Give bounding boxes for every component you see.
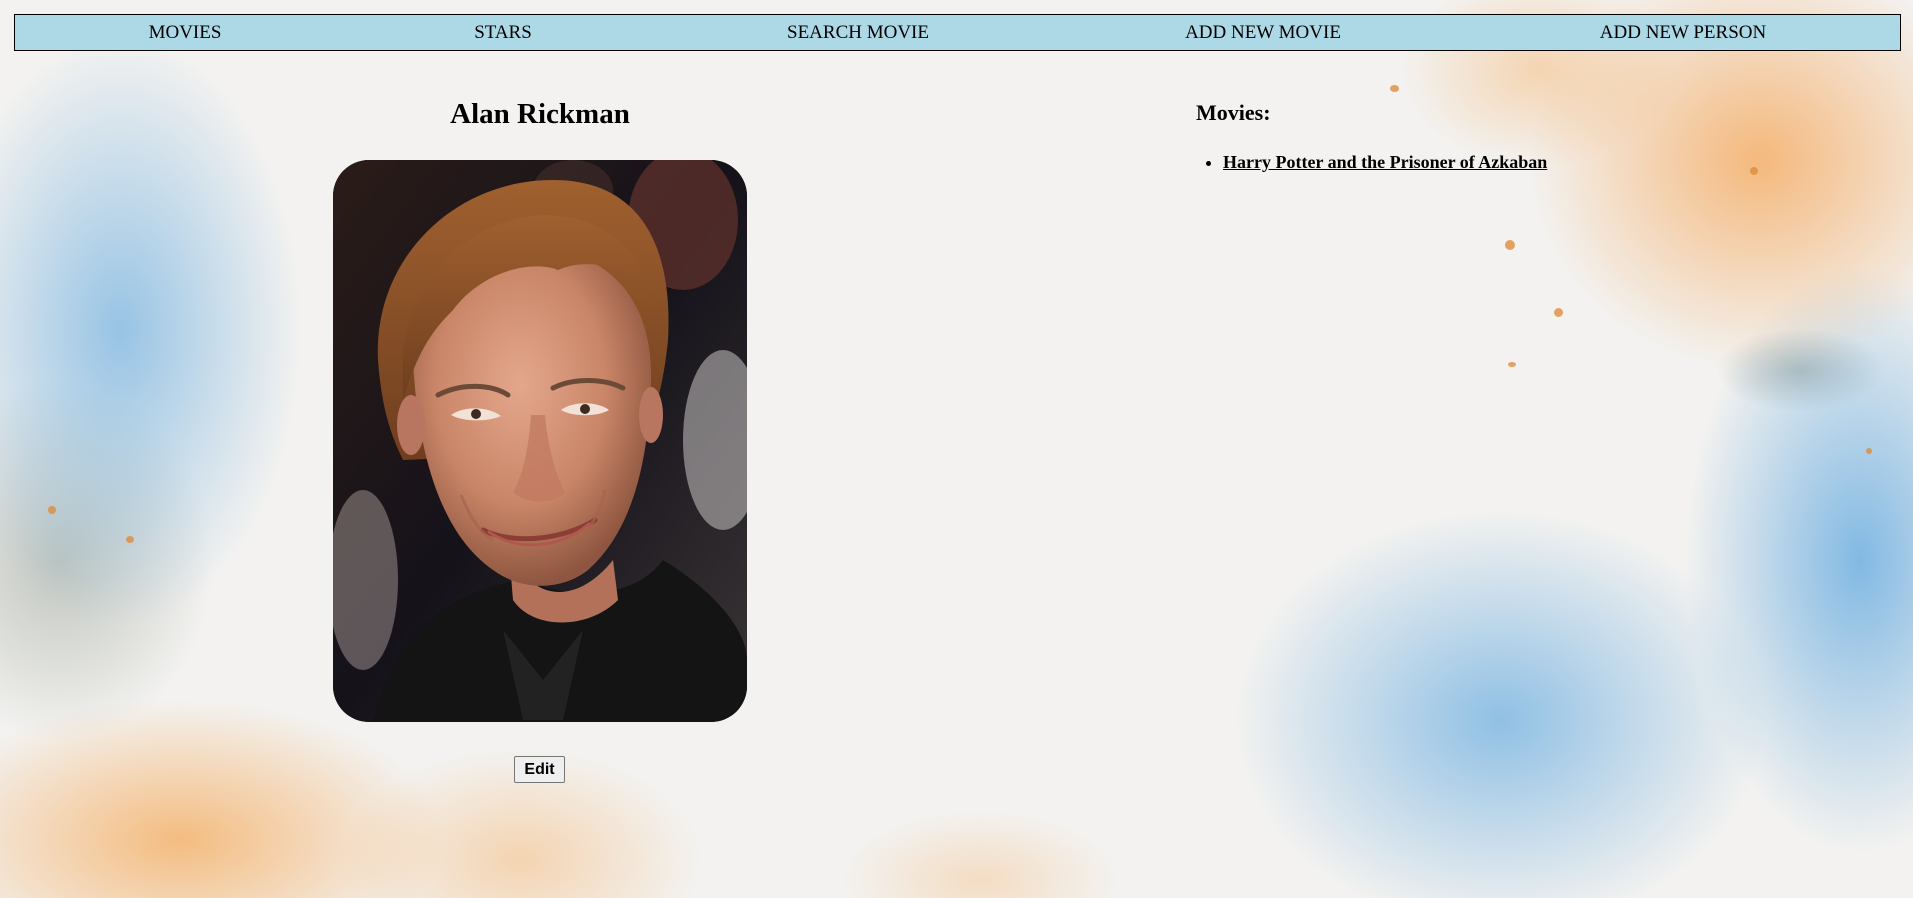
person-detail-page: Alan Rickman Edit Movies: • Harry Potter…: [0, 0, 1913, 898]
movie-link[interactable]: Harry Potter and the Prisoner of Azkaban: [1223, 152, 1547, 172]
portrait-image: [333, 160, 747, 722]
movies-list: Harry Potter and the Prisoner of Azkaban: [1196, 149, 1547, 175]
person-photo: [333, 160, 747, 722]
person-name-heading: Alan Rickman: [450, 98, 630, 130]
edit-button[interactable]: Edit: [514, 756, 565, 783]
movies-heading: Movies:: [1196, 100, 1271, 125]
list-item: Harry Potter and the Prisoner of Azkaban: [1223, 149, 1547, 175]
